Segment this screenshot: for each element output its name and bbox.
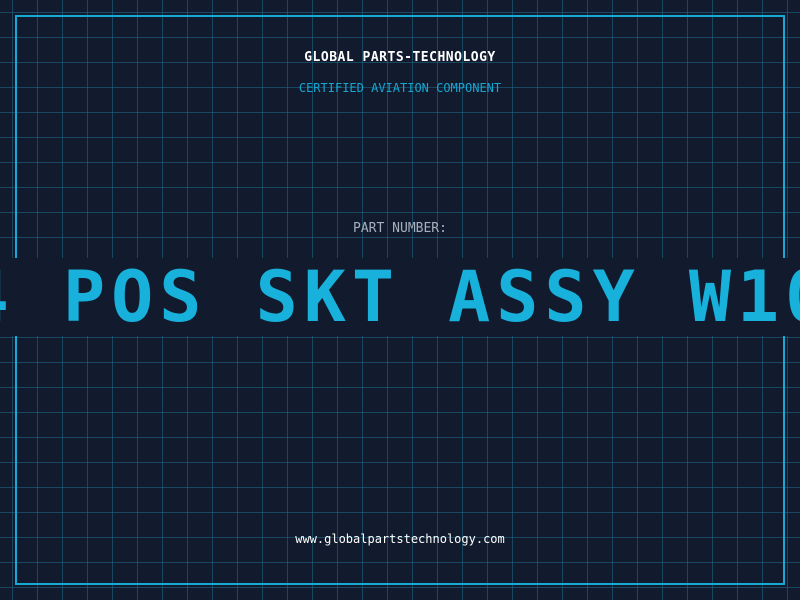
part-number-band: 4 POS SKT ASSY W10 [0, 258, 800, 336]
part-number-value: 4 POS SKT ASSY W10 [0, 258, 800, 336]
website-url: www.globalpartstechnology.com [295, 532, 505, 546]
part-number-label: PART NUMBER: [353, 221, 447, 236]
part-label-card: GLOBAL PARTS-TECHNOLOGY CERTIFIED AVIATI… [0, 0, 800, 600]
certification-tagline: CERTIFIED AVIATION COMPONENT [298, 81, 502, 95]
company-name: GLOBAL PARTS-TECHNOLOGY [304, 50, 496, 65]
